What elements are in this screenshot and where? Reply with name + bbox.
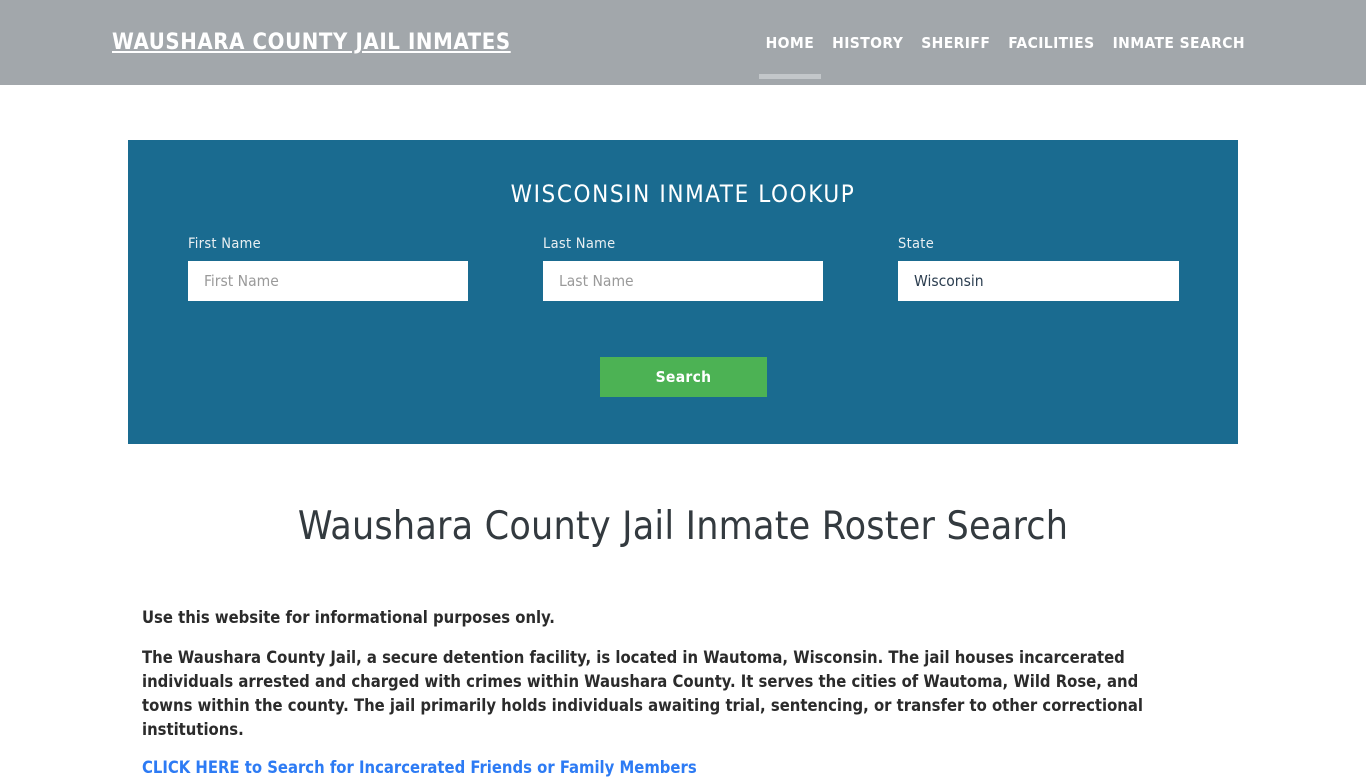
- nav-item-sheriff[interactable]: SHERIFF: [912, 30, 999, 56]
- state-field-group: State Wisconsin: [898, 236, 1179, 301]
- disclaimer-text: Use this website for informational purpo…: [142, 608, 555, 627]
- first-name-label: First Name: [188, 236, 261, 252]
- facility-description: The Waushara County Jail, a secure deten…: [142, 648, 1143, 739]
- last-name-label: Last Name: [543, 236, 616, 252]
- nav-item-facilities[interactable]: FACILITIES: [999, 30, 1103, 56]
- inmate-lookup-panel: WISCONSIN INMATE LOOKUP First Name Last …: [128, 140, 1238, 444]
- last-name-input[interactable]: [543, 261, 823, 301]
- nav-item-inmate-search[interactable]: INMATE SEARCH: [1104, 30, 1254, 56]
- first-name-input[interactable]: [188, 261, 468, 301]
- page-title: Waushara County Jail Inmate Roster Searc…: [297, 504, 1069, 549]
- main-content: Use this website for informational purpo…: [142, 606, 1170, 780]
- last-name-field-group: Last Name: [543, 236, 823, 301]
- first-name-field-group: First Name: [188, 236, 468, 301]
- site-header: Waushara County Jail Inmates HOME HISTOR…: [0, 0, 1366, 85]
- search-button[interactable]: Search: [600, 357, 767, 397]
- site-logo[interactable]: Waushara County Jail Inmates: [112, 29, 511, 57]
- nav-item-home[interactable]: HOME: [757, 30, 824, 79]
- state-label: State: [898, 236, 935, 252]
- nav-item-history[interactable]: HISTORY: [823, 30, 912, 56]
- lookup-panel-title: WISCONSIN INMATE LOOKUP: [510, 180, 856, 208]
- main-navigation: HOME HISTORY SHERIFF FACILITIES INMATE S…: [757, 30, 1254, 79]
- state-select[interactable]: Wisconsin: [898, 261, 1179, 301]
